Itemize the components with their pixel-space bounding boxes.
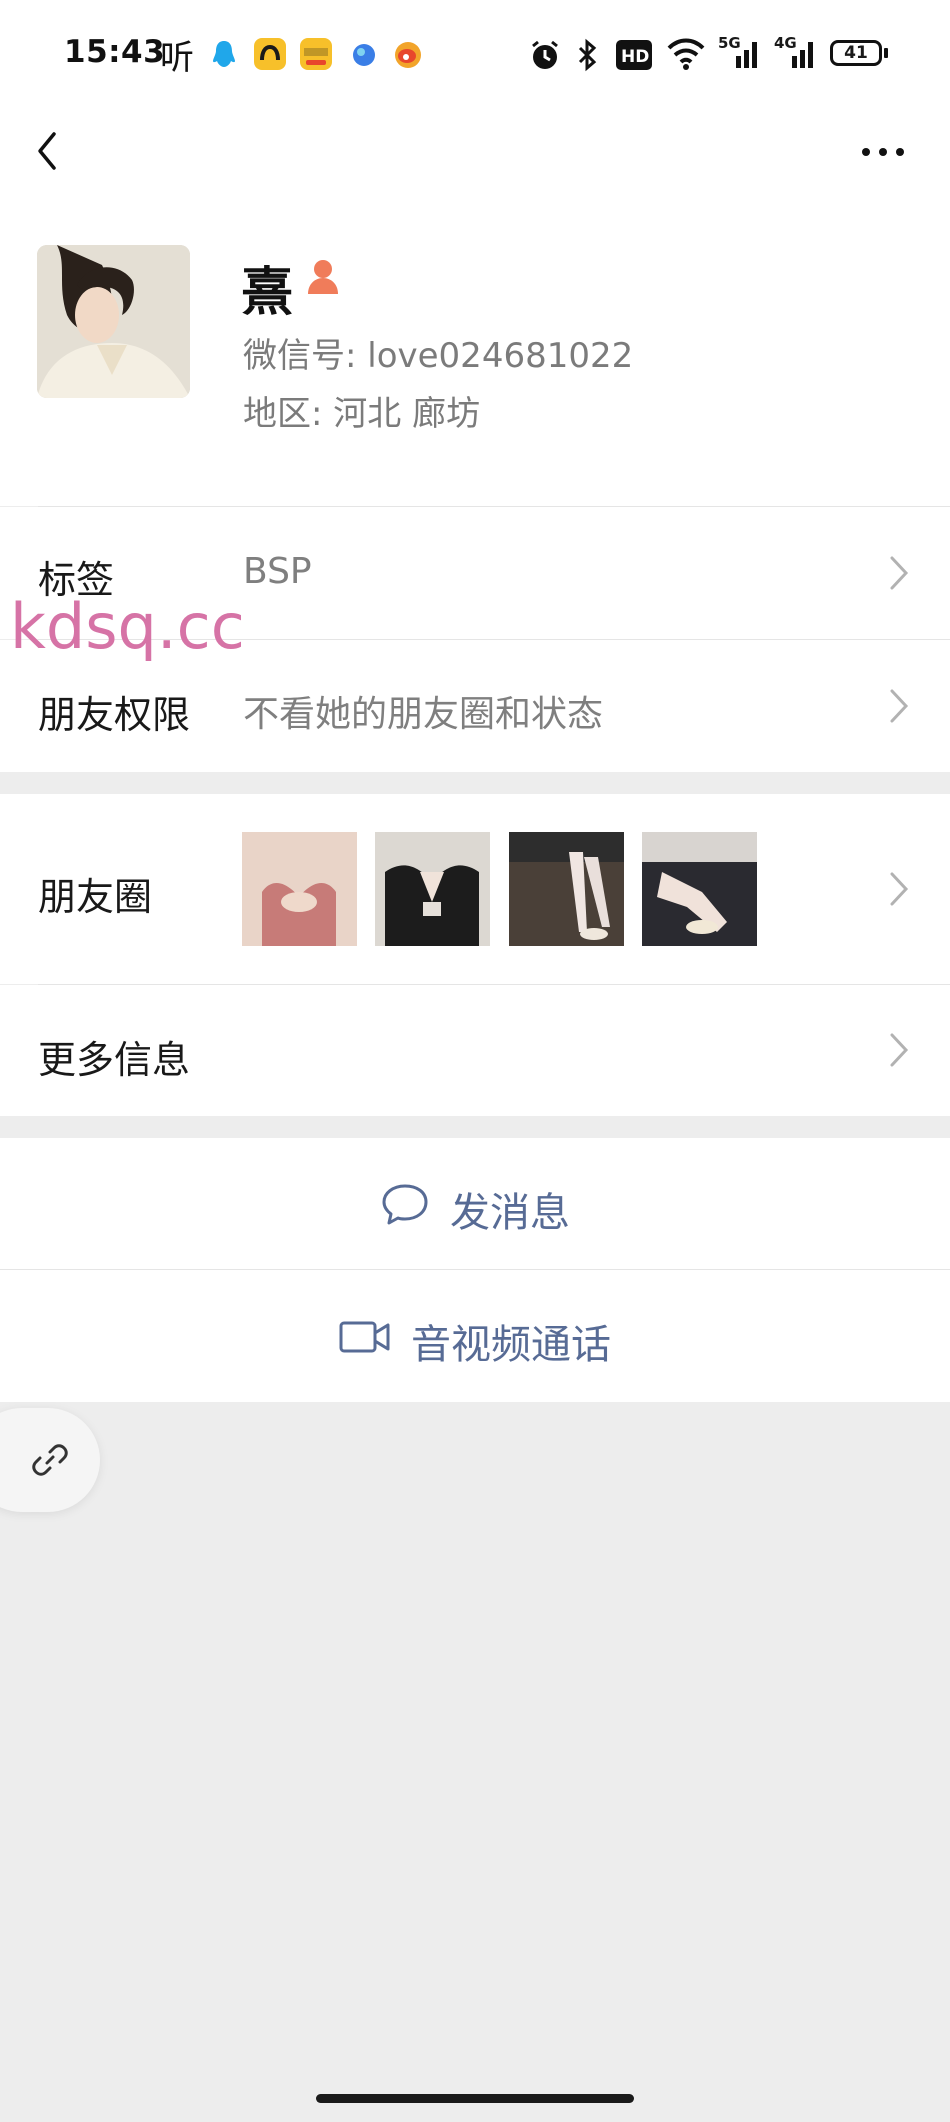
chat-bubble-icon — [380, 1182, 430, 1232]
chrome-like-icon — [348, 38, 380, 70]
status-time: 15:43 — [64, 34, 166, 70]
hd-icon: HD — [616, 40, 652, 74]
chevron-right-icon — [888, 870, 910, 908]
nickname: 熹 — [241, 263, 294, 323]
watermark-text: kdsq.cc — [10, 590, 245, 663]
moment-thumbnail[interactable] — [509, 832, 624, 946]
qq-icon — [208, 38, 240, 70]
video-call-button[interactable]: 音视频通话 — [0, 1270, 950, 1402]
home-indicator[interactable] — [316, 2094, 634, 2103]
chevron-right-icon — [888, 554, 910, 592]
battery-icon: 41 — [830, 40, 882, 66]
tags-value: BSP — [243, 551, 312, 592]
chevron-right-icon — [888, 1031, 910, 1069]
more-dots-icon — [862, 148, 904, 156]
alarm-icon — [528, 38, 562, 76]
moment-thumbnail[interactable] — [375, 832, 490, 946]
permissions-label: 朋友权限 — [38, 693, 191, 737]
ting-glyph: 听 — [160, 38, 194, 78]
send-message-label: 发消息 — [450, 1190, 570, 1236]
wifi-icon — [666, 36, 706, 74]
chevron-left-icon — [38, 132, 56, 170]
permissions-value: 不看她的朋友圈和状态 — [243, 694, 604, 735]
send-message-button[interactable]: 发消息 — [0, 1138, 950, 1269]
more-info-label: 更多信息 — [38, 1038, 191, 1082]
battery-cap — [884, 48, 888, 58]
avatar[interactable] — [37, 245, 190, 398]
top-nav — [0, 110, 950, 190]
video-call-label: 音视频通话 — [411, 1322, 611, 1368]
quark-icon — [254, 38, 286, 70]
gender-female-icon — [303, 256, 343, 300]
svg-text:HD: HD — [621, 47, 649, 67]
chevron-right-icon — [888, 687, 910, 725]
battery-level: 41 — [844, 43, 868, 63]
moments-label: 朋友圈 — [38, 875, 153, 919]
bluetooth-icon — [572, 38, 602, 76]
video-camera-icon — [338, 1318, 392, 1360]
region: 地区: 河北 廊坊 — [243, 394, 481, 434]
moment-thumbnail[interactable] — [242, 832, 357, 946]
floating-link-button[interactable] — [0, 1408, 100, 1512]
meituan-icon — [300, 38, 332, 70]
weibo-icon — [392, 38, 424, 70]
signal-5g-icon — [722, 38, 762, 74]
status-bar: 15:43 听 HD 5G 4G 41 — [0, 0, 950, 110]
more-button[interactable] — [858, 142, 908, 162]
more-info-row[interactable]: 更多信息 — [0, 985, 950, 1116]
link-icon — [30, 1440, 70, 1484]
signal-4g-icon — [778, 38, 818, 74]
back-button[interactable] — [30, 128, 70, 174]
wechat-id: 微信号: love024681022 — [243, 336, 634, 376]
moment-thumbnail[interactable] — [642, 832, 757, 946]
